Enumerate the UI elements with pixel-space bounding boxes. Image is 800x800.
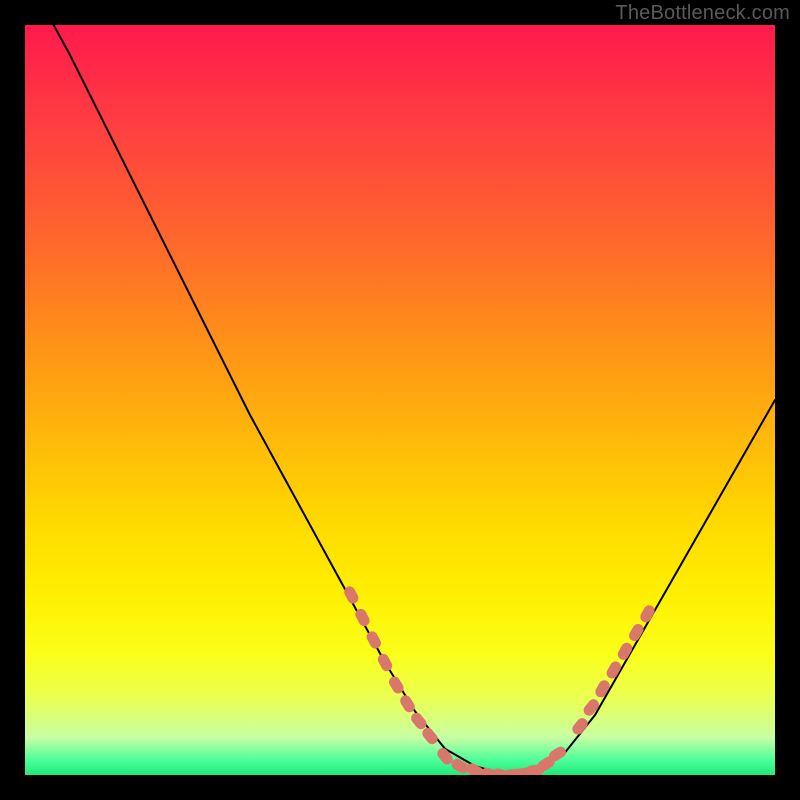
curve-layer — [25, 25, 775, 775]
watermark-text: TheBottleneck.com — [615, 2, 790, 25]
bottleneck-curve — [25, 25, 775, 775]
right-flank-dots-point — [570, 716, 590, 737]
plot-area — [25, 25, 775, 775]
right-flank-dots-point — [581, 697, 601, 718]
left-flank-dots-point — [376, 652, 394, 673]
left-flank-dots-point — [365, 629, 383, 650]
chart-frame: TheBottleneck.com — [0, 0, 800, 800]
